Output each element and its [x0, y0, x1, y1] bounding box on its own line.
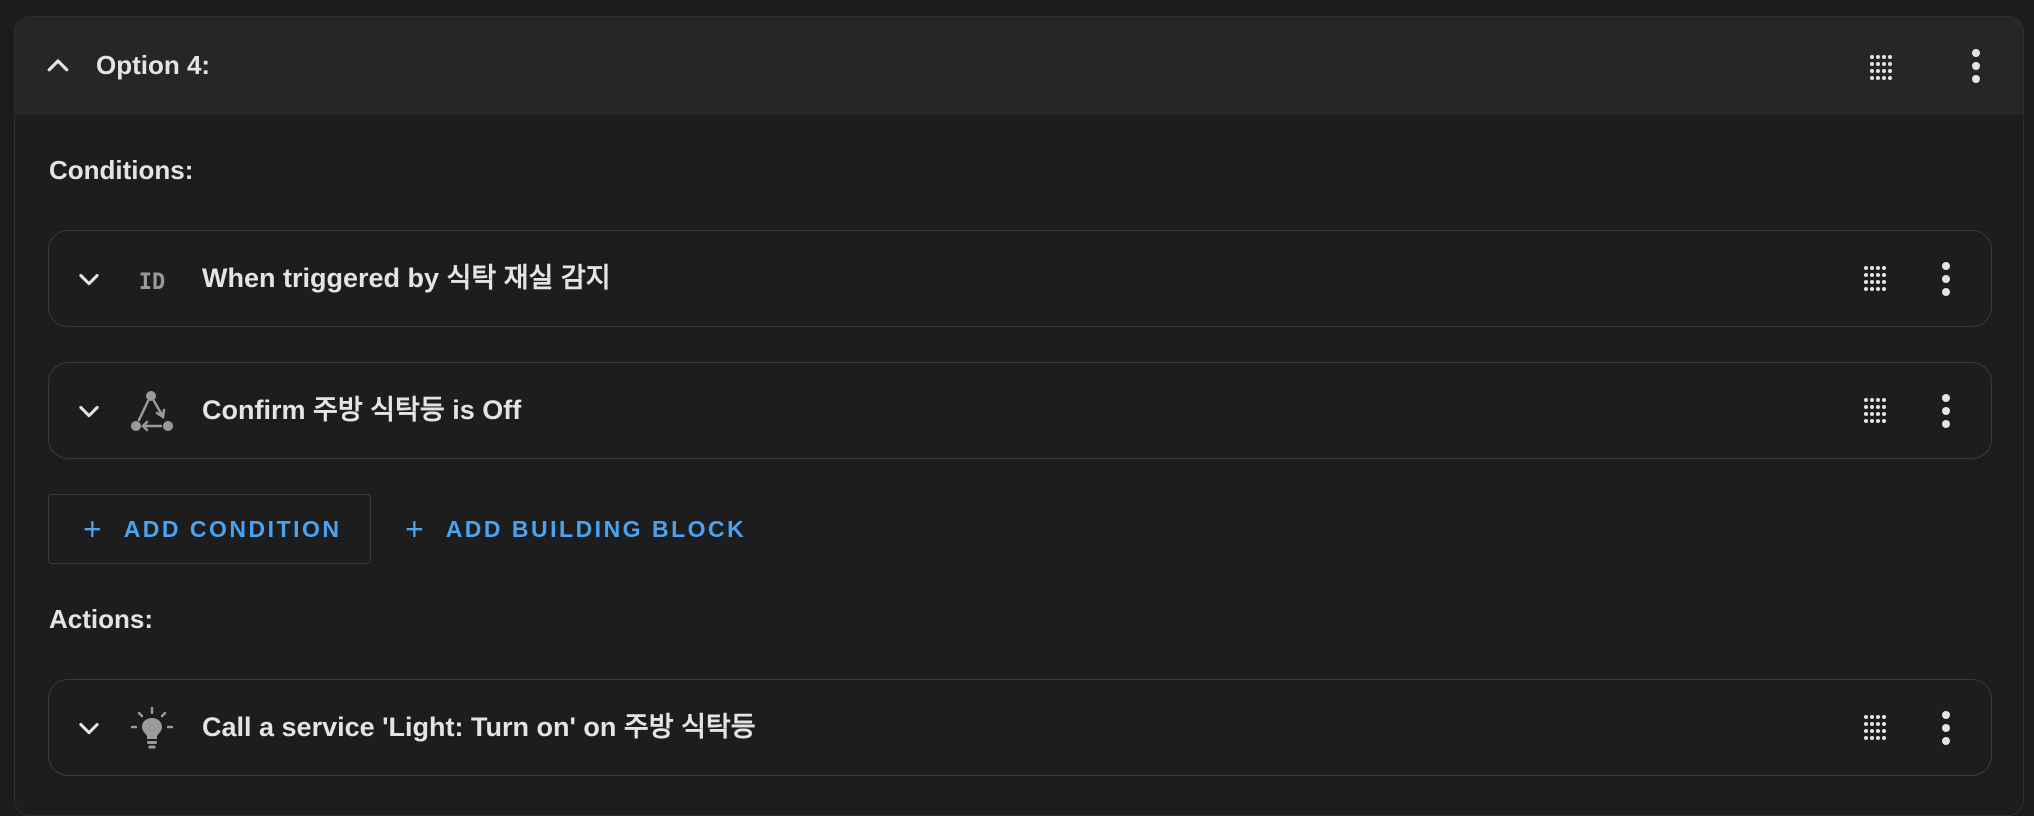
add-condition-label: ADD CONDITION [123, 515, 342, 542]
more-options-icon[interactable] [1940, 394, 1952, 428]
svg-text:ID: ID [139, 270, 166, 295]
condition-row-state[interactable]: Confirm 주방 식탁등 is Off [48, 362, 1992, 459]
drag-handle-icon[interactable] [1861, 265, 1889, 293]
add-condition-button[interactable]: + ADD CONDITION [48, 494, 371, 564]
chevron-down-icon[interactable] [75, 265, 103, 293]
plus-icon: + [405, 511, 424, 547]
add-building-block-label: ADD BUILDING BLOCK [445, 515, 747, 542]
option-header[interactable]: Option 4: [15, 17, 2023, 115]
add-building-block-button[interactable]: + ADD BUILDING BLOCK [405, 494, 746, 564]
condition-label: Confirm 주방 식탁등 is Off [202, 395, 522, 425]
more-options-icon[interactable] [1940, 711, 1952, 745]
drag-handle-icon[interactable] [1861, 397, 1889, 425]
drag-handle-icon[interactable] [1861, 714, 1889, 742]
id-icon: ID [139, 270, 166, 295]
actions-label: Actions: [49, 604, 153, 634]
lightbulb-icon [130, 706, 174, 749]
state-icon [131, 391, 173, 432]
conditions-label: Conditions: [49, 155, 194, 185]
chevron-up-icon[interactable] [43, 51, 73, 81]
chevron-down-icon[interactable] [75, 397, 103, 425]
chevron-down-icon[interactable] [75, 714, 103, 742]
more-options-icon[interactable] [1970, 49, 1982, 83]
action-row-service[interactable]: Call a service 'Light: Turn on' on 주방 식탁… [48, 679, 1992, 776]
action-label: Call a service 'Light: Turn on' on 주방 식탁… [202, 712, 756, 742]
plus-icon: + [83, 511, 102, 547]
drag-handle-icon[interactable] [1867, 54, 1895, 82]
condition-label: When triggered by 식탁 재실 감지 [202, 263, 611, 293]
more-options-icon[interactable] [1940, 262, 1952, 296]
option-title: Option 4: [96, 50, 211, 80]
condition-row-trigger[interactable]: ID When triggered by 식탁 재실 감지 [48, 230, 1992, 327]
option-card: Option 4: Conditions: ID When triggered … [14, 16, 2024, 816]
